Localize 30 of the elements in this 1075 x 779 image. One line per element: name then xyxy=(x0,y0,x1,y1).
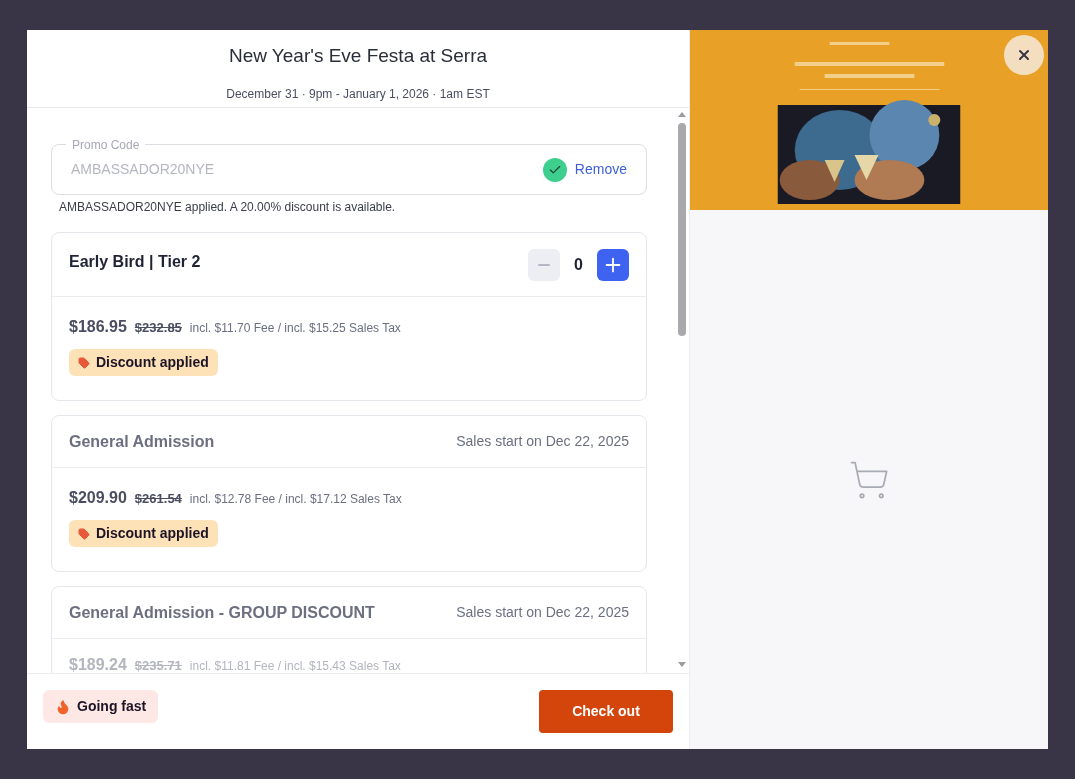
ticket-price: $189.24 xyxy=(69,655,127,673)
sales-start-text: Sales start on Dec 22, 2025 xyxy=(456,432,629,451)
flame-icon xyxy=(55,698,71,715)
discount-badge: Discount applied xyxy=(69,349,218,376)
ticket-name: Early Bird | Tier 2 xyxy=(69,252,201,272)
ticket-price: $186.95 xyxy=(69,317,127,337)
fee-text: incl. $11.70 Fee / incl. $15.25 Sales Tax xyxy=(189,320,401,337)
original-price: $232.85 xyxy=(134,319,182,337)
event-title: New Year's Eve Festa at Serra xyxy=(228,44,488,68)
checkout-button[interactable]: Check out xyxy=(539,690,673,733)
tag-icon xyxy=(78,527,90,540)
promo-message: AMBASSADOR20NYE applied. A 20.00% discount is available. xyxy=(59,199,397,216)
ticket-price: $209.90 xyxy=(69,488,127,508)
increase-button[interactable] xyxy=(597,248,629,281)
fee-text: incl. $12.78 Fee / incl. $17.12 Sales Tax xyxy=(189,491,402,508)
event-date: December 31 · 9pm - January 1, 2026 · 1am EST xyxy=(226,85,490,103)
original-price: $261.54 xyxy=(134,490,182,508)
tag-icon xyxy=(78,356,90,369)
sales-start-text: Sales start on Dec 22, 2025 xyxy=(456,603,629,622)
discount-badge: Discount applied xyxy=(69,520,218,547)
quantity: 0 xyxy=(574,254,583,275)
original-price: $235.71 xyxy=(134,657,182,673)
close-icon xyxy=(1016,47,1032,63)
going-fast-badge: Going fast xyxy=(43,690,159,723)
fee-text: incl. $11.81 Fee / incl. $15.43 Sales Tax xyxy=(189,658,401,673)
promo-code-value: AMBASSADOR20NYE xyxy=(71,160,216,179)
minus-icon xyxy=(538,263,551,266)
remove-link[interactable]: Remove xyxy=(574,159,627,180)
ticket-name: General Admission - GROUP DISCOUNT xyxy=(69,602,375,623)
ticket-name: General Admission xyxy=(69,431,215,452)
